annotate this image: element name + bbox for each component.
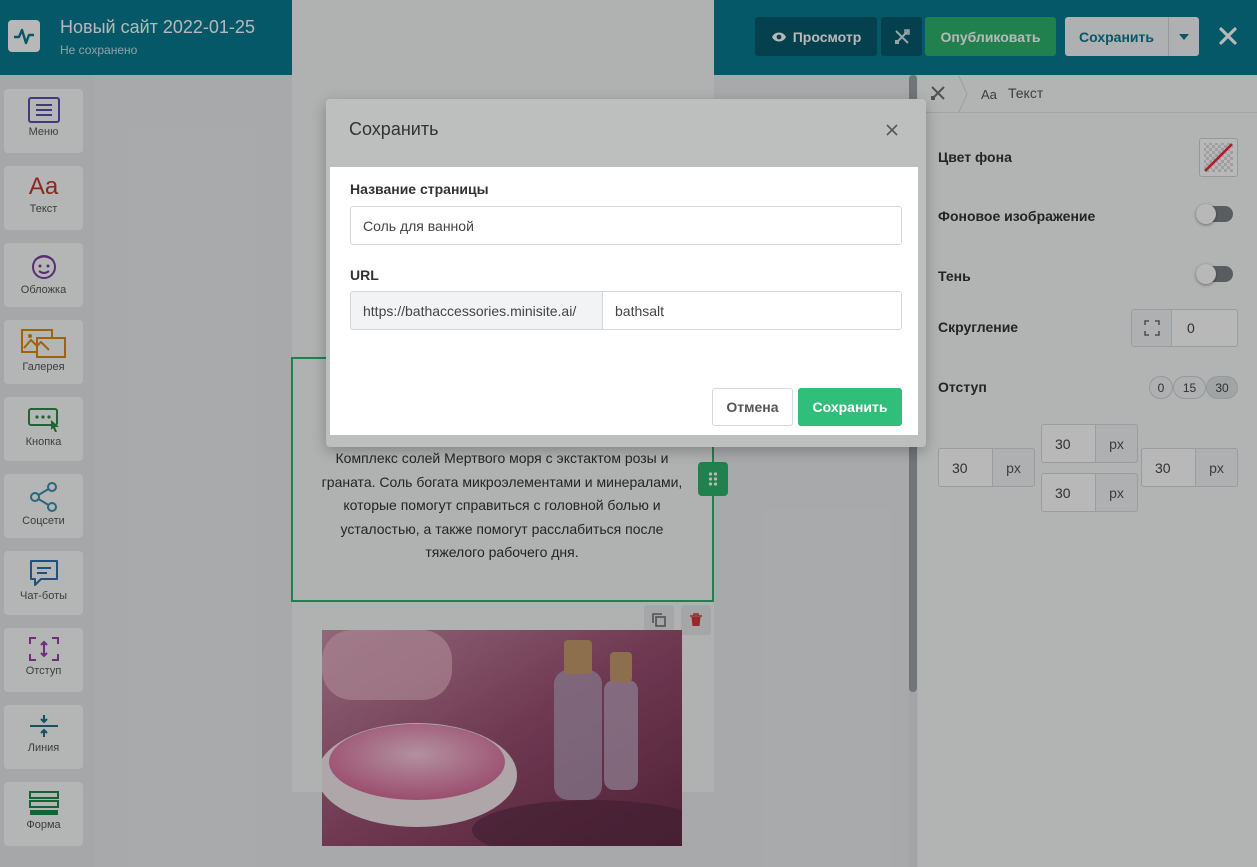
url-label: URL bbox=[350, 267, 379, 283]
page-name-input[interactable] bbox=[350, 206, 902, 245]
cancel-button[interactable]: Отмена bbox=[712, 388, 793, 426]
dialog-title: Сохранить bbox=[349, 119, 439, 139]
url-slug-input[interactable] bbox=[603, 291, 902, 330]
page-name-label: Название страницы bbox=[350, 181, 489, 197]
close-icon bbox=[886, 124, 898, 136]
dialog-close-button[interactable] bbox=[880, 118, 904, 142]
url-prefix: https://bathaccessories.minisite.ai/ bbox=[350, 291, 603, 330]
dialog-save-button[interactable]: Сохранить bbox=[798, 388, 902, 426]
